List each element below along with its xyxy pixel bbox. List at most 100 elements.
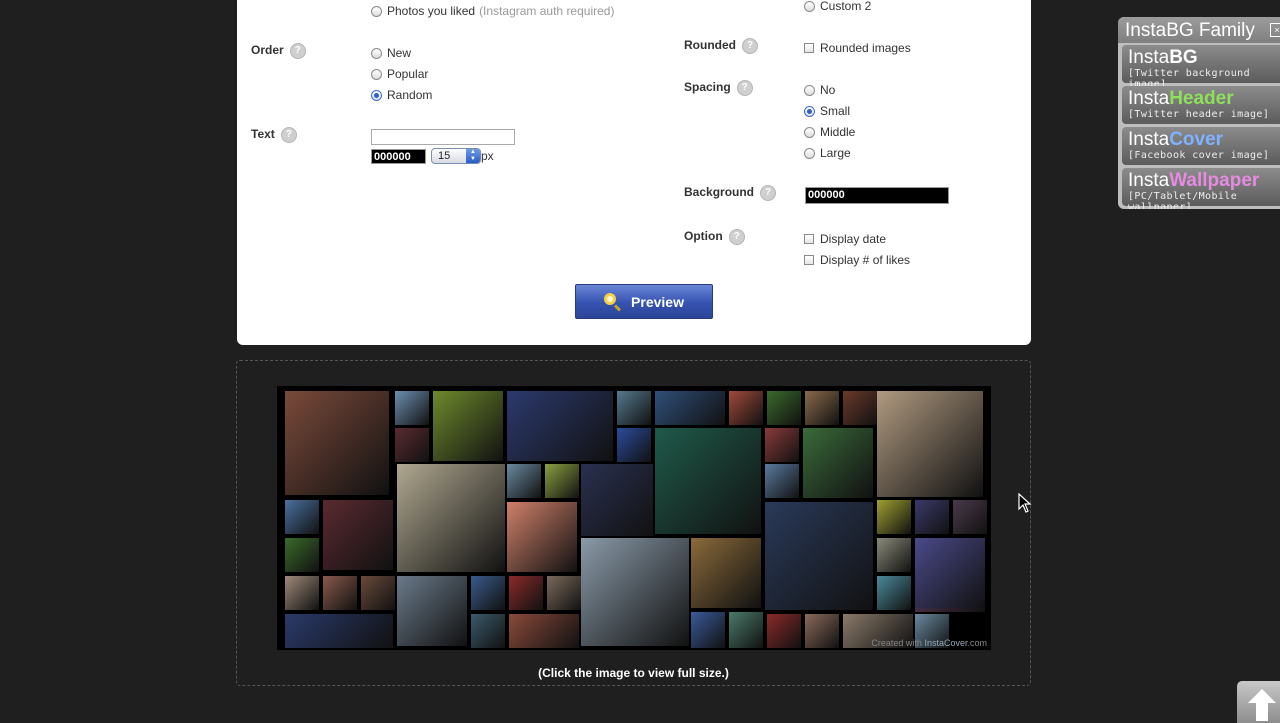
radio-icon[interactable] [371, 68, 382, 80]
credit-prefix: Created with [871, 638, 922, 648]
order-option-new[interactable]: New [371, 46, 411, 60]
order-option-label: Popular [387, 67, 429, 81]
collage-image[interactable]: Created with InstaCover.com [277, 386, 991, 650]
spacing-option-large[interactable]: Large [804, 146, 851, 160]
spacing-option-label: Large [820, 146, 851, 160]
family-item-sub: [Twitter header image] [1128, 109, 1270, 120]
option-note: (Instagram auth required) [479, 4, 615, 18]
spacing-option-small[interactable]: Small [804, 104, 850, 118]
collage-photo [729, 612, 763, 648]
collage-photo [729, 391, 763, 425]
help-icon[interactable]: ? [736, 80, 753, 96]
display-date-checkbox[interactable]: Display date [804, 232, 886, 246]
collage-photo [765, 502, 873, 610]
family-item-prefix: Insta [1128, 129, 1170, 150]
family-item-instacover[interactable]: InstaCover [Facebook cover image] [1122, 127, 1280, 165]
collage-photo [915, 500, 949, 534]
preview-button[interactable]: Preview [575, 284, 713, 319]
font-size-stepper[interactable]: 15 ▲ ▼ [431, 148, 481, 164]
family-item-instaheader[interactable]: InstaHeader [Twitter header image] [1122, 86, 1280, 124]
scroll-top-button[interactable] [1237, 681, 1280, 723]
collage-photo [471, 576, 505, 610]
collage-photo [433, 391, 503, 461]
option-custom-2[interactable]: Custom 2 [804, 0, 871, 13]
stepper-arrows-icon[interactable]: ▲ ▼ [466, 149, 480, 163]
radio-icon[interactable] [804, 0, 815, 12]
family-item-accent: Wallpaper [1169, 170, 1260, 191]
text-label: Text? [251, 127, 297, 143]
spacing-label: Spacing? [684, 80, 753, 96]
collage-photo [691, 538, 761, 608]
collage-photo [547, 576, 581, 610]
credit-brand-2: Cover [943, 638, 968, 648]
collage-photo [285, 576, 319, 610]
order-label-text: Order [251, 43, 284, 58]
radio-icon[interactable] [804, 84, 815, 96]
collage-photo [509, 576, 543, 610]
order-option-label: Random [387, 88, 433, 102]
collage-photo [507, 502, 577, 572]
text-color-input[interactable]: 000000 [371, 149, 426, 164]
credit-suffix: .com [967, 638, 987, 648]
spacing-option-middle[interactable]: Middle [804, 125, 855, 139]
help-icon[interactable]: ? [289, 43, 306, 59]
family-item-instawallpaper[interactable]: InstaWallpaper [PC/Tablet/Mobile wallpap… [1122, 168, 1280, 209]
collage-photo [397, 464, 505, 572]
collage-photo [877, 576, 911, 610]
collage-photo [509, 614, 579, 648]
radio-selected-icon[interactable] [804, 105, 815, 117]
checkbox-icon[interactable] [804, 234, 814, 244]
help-icon[interactable]: ? [760, 185, 777, 201]
radio-selected-icon[interactable] [371, 89, 382, 101]
instabg-family-panel: InstaBG Family × InstaBG [Twitter backgr… [1118, 17, 1280, 209]
collage-photo [395, 391, 429, 425]
order-option-random[interactable]: Random [371, 88, 432, 102]
collage-photo [617, 428, 651, 462]
checkbox-icon[interactable] [804, 255, 814, 265]
spacing-label-text: Spacing [684, 80, 731, 95]
family-title: InstaBG Family [1118, 17, 1280, 43]
credit-brand: Insta [924, 638, 944, 648]
collage-photo [285, 500, 319, 534]
radio-icon[interactable] [804, 147, 815, 159]
background-color-input[interactable]: 000000 [805, 187, 949, 204]
radio-icon[interactable] [804, 126, 815, 138]
close-icon[interactable]: × [1270, 23, 1280, 37]
family-item-prefix: Insta [1128, 170, 1170, 191]
collage-photo [285, 614, 393, 648]
font-size-value: 15 [438, 150, 451, 162]
background-label-text: Background [684, 185, 755, 200]
help-icon[interactable]: ? [742, 38, 758, 54]
family-item-sub: [Facebook cover image] [1128, 150, 1270, 161]
family-item-prefix: Insta [1128, 88, 1170, 109]
checkbox-icon[interactable] [804, 43, 814, 53]
up-arrow-stem [1256, 703, 1268, 721]
collage-photo [877, 500, 911, 534]
rounded-label-text: Rounded [684, 38, 736, 53]
help-icon[interactable]: ? [280, 127, 297, 143]
display-likes-checkbox[interactable]: Display # of likes [804, 253, 910, 267]
collage-photo [395, 428, 429, 462]
collage-photo [803, 428, 873, 498]
result-caption: (Click the image to view full size.) [538, 666, 729, 680]
collage-photo [507, 464, 541, 498]
collage-photo [617, 391, 651, 425]
text-input[interactable] [371, 129, 515, 145]
help-icon[interactable]: ? [728, 229, 745, 245]
collage-photo [655, 428, 761, 534]
collage-photo [877, 538, 911, 572]
up-arrow-icon [1248, 689, 1276, 703]
radio-icon[interactable] [371, 5, 382, 17]
collage-credit: Created with InstaCover.com [871, 638, 987, 648]
checkbox-label: Rounded images [820, 41, 911, 55]
order-option-popular[interactable]: Popular [371, 67, 428, 81]
collage-photo [581, 538, 689, 646]
rounded-images-checkbox[interactable]: Rounded images [804, 41, 911, 55]
collage-photo [767, 614, 801, 648]
option-label: Photos you liked [387, 4, 476, 18]
spacing-option-no[interactable]: No [804, 83, 835, 97]
background-label: Background? [684, 185, 777, 201]
option-photos-liked[interactable]: Photos you liked (Instagram auth require… [371, 4, 614, 18]
family-item-instabg[interactable]: InstaBG [Twitter background image] [1122, 45, 1280, 90]
radio-icon[interactable] [371, 47, 382, 59]
